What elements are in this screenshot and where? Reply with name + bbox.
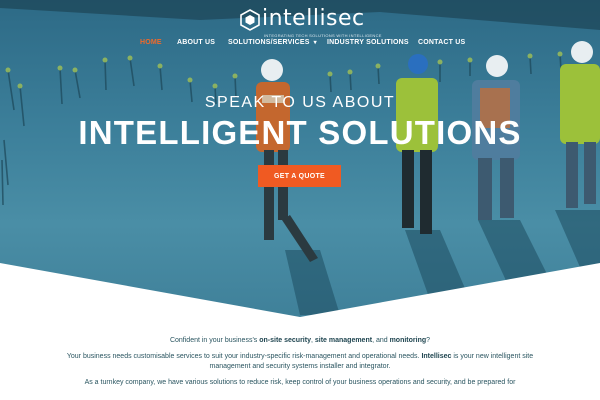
intro-emphasis-brand: Intellisec xyxy=(421,353,452,360)
get-a-quote-button[interactable]: GET A QUOTE xyxy=(258,165,341,187)
worker-figure-1 xyxy=(256,59,318,262)
hero-bottom-divider xyxy=(0,263,600,325)
nav-item-contact-us[interactable]: CONTACT US xyxy=(418,39,465,46)
intro-text: ? xyxy=(426,337,431,344)
brand-tagline: INTEGRATING TECH SOLUTIONS WITH INTELLIG… xyxy=(264,33,382,38)
intro-text: Your business needs customisable service… xyxy=(66,353,422,360)
intro-text: , and xyxy=(372,337,390,344)
hexagon-logo-icon xyxy=(240,9,260,31)
hero-subheading: SPEAK TO US ABOUT xyxy=(204,94,396,111)
intro-emphasis-site-management: site management xyxy=(314,337,373,344)
intro-paragraph-3: As a turnkey company, we have various so… xyxy=(84,379,516,386)
nav-item-solutions-label: SOLUTIONS/SERVICES xyxy=(228,39,310,46)
intro-paragraph-1: Confident in your business's on-site sec… xyxy=(0,336,600,346)
nav-item-about-us[interactable]: ABOUT US xyxy=(177,39,215,46)
brand-logo[interactable]: intellisec INTEGRATING TECH SOLUTIONS WI… xyxy=(240,6,381,38)
intro-text: Confident in your business's xyxy=(169,337,260,344)
nav-item-industry-solutions[interactable]: INDUSTRY SOLUTIONS xyxy=(327,39,409,46)
main-navigation: HOME ABOUT US SOLUTIONS/SERVICES ▾ INDUST… xyxy=(0,39,600,53)
intro-emphasis-security: on-site security xyxy=(259,337,311,344)
chevron-down-icon: ▾ xyxy=(313,40,317,46)
intro-emphasis-monitoring: monitoring xyxy=(389,337,427,344)
intro-section: Confident in your business's on-site sec… xyxy=(0,336,600,394)
hero-heading: INTELLIGENT SOLUTIONS xyxy=(78,114,522,151)
intro-paragraph-2: Your business needs customisable service… xyxy=(0,352,600,372)
nav-item-solutions-services[interactable]: SOLUTIONS/SERVICES ▾ xyxy=(228,39,317,46)
nav-item-home[interactable]: HOME xyxy=(140,39,162,46)
brand-name: intellisec xyxy=(262,6,365,31)
